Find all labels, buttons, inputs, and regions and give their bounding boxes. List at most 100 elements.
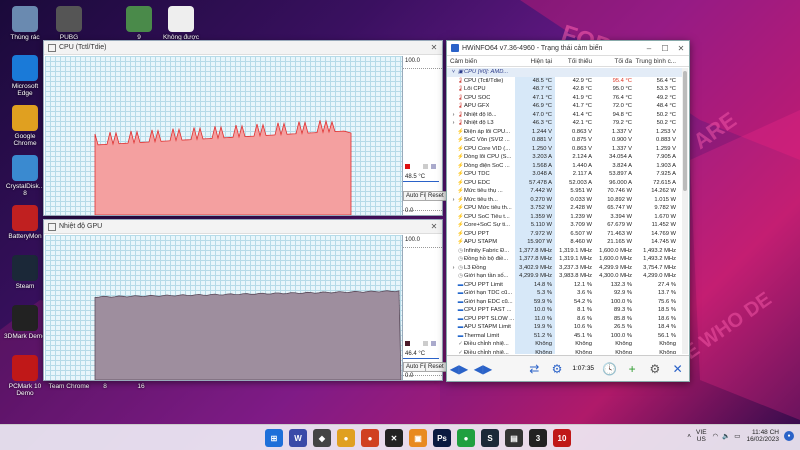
desktop-icon[interactable]: 3DMark Demo	[4, 305, 46, 340]
sensor-row[interactable]: ✓ Điều chỉnh nhiệ... Không Không Không Không	[447, 348, 683, 354]
expand-chevron-icon[interactable]: ›	[450, 111, 457, 120]
sensor-row[interactable]: › ◷ L3 Đồng 3,402.9 MHz 3,237.3 MHz 4,299.9 M…	[447, 263, 683, 273]
desktop-icon[interactable]: Microsoft Edge	[4, 55, 46, 98]
gpu-window-titlebar[interactable]: Nhiệt độ GPU ✕	[44, 220, 442, 234]
desktop-icon[interactable]: CrystalDisk... 8	[4, 155, 46, 198]
sensor-row[interactable]: ⚡ CPU Core VID (... 1.250 V 0.863 V 1.337 V1…	[447, 144, 683, 153]
sensor-row[interactable]: › 🌡 Nhiệt độ lõ... 47.0 °C 41.4 °C 94.8 °C 50.…	[447, 110, 683, 120]
sensor-row[interactable]: ▬ Thermal Limit 51.2 % 45.1 % 100.0 % 56.1 %	[447, 331, 683, 340]
chrome-icon[interactable]: ●	[337, 429, 355, 447]
sensor-row[interactable]: ▬ CPU PPT SLOW ... 11.0 % 8.6 % 85.8 % 18.6 %	[447, 314, 683, 323]
sensor-group-header[interactable]: ˅ ▣ CPU [#0]: AMD...	[447, 68, 683, 77]
sensor-row[interactable]: ⚡ SoC Vôn (SVI2 ... 0.881 V 0.875 V 0.900 V0…	[447, 136, 683, 145]
sensor-row[interactable]: ▬ APU STAPM Limit 19.9 % 10.6 % 26.5 % 18.4 %	[447, 323, 683, 332]
3dmark-icon[interactable]: 3	[529, 429, 547, 447]
sensor-row[interactable]: ⚡ Điện áp lõi CPU... 1.244 V 0.863 V 1.337 V…	[447, 127, 683, 136]
column-sensor[interactable]: Cảm biến	[447, 58, 515, 65]
close-icon[interactable]: ✕	[669, 360, 686, 378]
sensor-row[interactable]: › 🌡 Nhiệt độ L3 46.3 °C 42.1 °C 79.2 °C 50.2 °…	[447, 119, 683, 128]
desktop-icon[interactable]: Không được	[160, 6, 202, 41]
gpu-temp-graph-window[interactable]: Nhiệt độ GPU ✕ 100.0 46.4 °C Auto Fit Re…	[43, 219, 447, 381]
sensor-row[interactable]: 🌡 APU GFX 46.9 °C 41.7 °C 72.0 °C 48.4 °C	[447, 102, 683, 111]
language-indicator[interactable]: VIE US	[696, 429, 706, 443]
desktop-icon[interactable]: Google Chrome	[4, 105, 46, 148]
series-color-swatch[interactable]	[405, 341, 410, 346]
sensor-row[interactable]: ⚡ CPU Mức tiêu th... 3.752 W 2.428 W 65.747 …	[447, 204, 683, 213]
sensor-row[interactable]: ◷ Giới hạn tần số... 4,299.9 MHz 3,983.8 MH…	[447, 272, 683, 281]
maximize-icon[interactable]: ☐	[657, 44, 673, 53]
sensor-row[interactable]: ⚡ Dòng điện SoC ... 1.568 A 1.440 A 3.824 A1…	[447, 161, 683, 170]
hwinfo-titlebar[interactable]: HWiNFO64 v7.36-4960 - Trạng thái cảm biế…	[447, 41, 689, 56]
scrollbar-thumb[interactable]	[683, 71, 687, 191]
notification-icon[interactable]: ●	[784, 431, 794, 442]
vertical-scrollbar[interactable]	[682, 68, 688, 354]
minimize-icon[interactable]: –	[641, 44, 657, 53]
volume-icon[interactable]: 🔈	[722, 432, 730, 440]
configure-icon[interactable]: ⚙	[549, 360, 566, 378]
task-app-icon[interactable]: W	[289, 429, 307, 447]
gallery-icon[interactable]: ▣	[409, 429, 427, 447]
sensor-row[interactable]: ◷ Đồng hồ bộ điề... 1,377.8 MHz 1,319.1 MHz…	[447, 255, 683, 264]
close-icon[interactable]: ✕	[426, 43, 442, 52]
hwinfo-app-icon[interactable]: ◆	[313, 429, 331, 447]
photoshop-icon[interactable]: Ps	[433, 429, 451, 447]
sensor-row[interactable]: ⚡ CPU PPT 7.972 W 6.507 W 71.463 W 14.769 W	[447, 229, 683, 238]
hwinfo-sensor-window[interactable]: HWiNFO64 v7.36-4960 - Trạng thái cảm biế…	[446, 40, 690, 382]
swatch-icon[interactable]	[423, 341, 428, 346]
cpu-temp-graph-window[interactable]: CPU (Tctl/Tdie) ✕ 100.0 48.5 °C Auto Fit…	[43, 40, 447, 216]
desktop-icon[interactable]: BatteryMon	[4, 205, 46, 240]
expand-chevron-icon[interactable]: ›	[450, 119, 457, 128]
settings-icon[interactable]: ⚙	[647, 360, 664, 378]
sensor-row[interactable]: ⚡ CPU SoC Tiêu t... 1.359 W 1.239 W 3.394 W1…	[447, 212, 683, 221]
sensor-row[interactable]: ⚡ CPU TDC 3.048 A 2.117 A 53.897 A 7.925 A	[447, 170, 683, 179]
monitor-app-icon[interactable]: ▤	[505, 429, 523, 447]
series-color-swatch[interactable]	[405, 164, 410, 169]
expand-chevron-icon[interactable]: ›	[450, 264, 457, 273]
battery-icon[interactable]: ▭	[734, 432, 740, 440]
chrome-icon[interactable]: ●	[361, 429, 379, 447]
chrome-icon[interactable]: ●	[457, 429, 475, 447]
chevron-up-icon[interactable]: ˄	[687, 433, 691, 440]
swatch-icon[interactable]	[423, 164, 428, 169]
swatch-icon[interactable]	[431, 164, 436, 169]
clock-icon[interactable]: 🕓	[601, 360, 618, 378]
network-icon[interactable]: ⇄	[526, 360, 543, 378]
sensor-row[interactable]: ▬ Giới hạn EDC cũ... 59.9 % 54.2 % 100.0 % 75…	[447, 297, 683, 306]
clock[interactable]: 11:48 CH 16/02/2023	[746, 429, 779, 444]
sensor-row[interactable]: ▬ CPU PPT Limit 14.8 % 12.1 % 132.3 % 27.4 %	[447, 280, 683, 289]
column-average[interactable]: Trung bình c...	[635, 58, 679, 65]
sensor-row[interactable]: ⚡ Dòng lõi CPU (S... 3.203 A 2.124 A 34.054 …	[447, 153, 683, 162]
reset-button[interactable]: Reset	[425, 191, 447, 201]
column-max[interactable]: Tối đa	[595, 58, 635, 65]
expand-chevron-icon[interactable]: ›	[450, 196, 457, 205]
sensor-row[interactable]: ◷ Infinity Fabric Đ... 1,377.8 MHz 1,319.1 …	[447, 246, 683, 255]
sensor-row[interactable]: 🌡 CPU SOC 47.1 °C 41.9 °C 76.4 °C 49.2 °C	[447, 93, 683, 102]
sensor-row[interactable]: ⚡ Core+SoC Sự ti... 5.110 W 3.709 W 67.679 W…	[447, 221, 683, 230]
sensor-row[interactable]: ▬ CPU PPT FAST ... 10.0 % 8.1 % 89.3 % 18.5 %	[447, 306, 683, 315]
sensor-row[interactable]: 🌡 CPU (Tctl/Tdie) 48.5 °C 42.9 °C 95.4 °C 56.…	[447, 76, 683, 85]
column-min[interactable]: Tối thiểu	[555, 58, 595, 65]
pcmark-icon[interactable]: 10	[553, 429, 571, 447]
sensor-row[interactable]: 🌡 Lõi CPU 48.7 °C 42.8 °C 95.0 °C 53.3 °C	[447, 85, 683, 94]
sensor-row[interactable]: ⚡ Mức tiêu thụ ... 7.442 W 5.951 W 70.746 W1…	[447, 187, 683, 196]
cpu-window-titlebar[interactable]: CPU (Tctl/Tdie) ✕	[44, 41, 442, 55]
desktop-icon[interactable]: 9	[118, 6, 160, 41]
collapse-chevron-icon[interactable]: ˅	[450, 68, 457, 77]
xbox-icon[interactable]: ✕	[385, 429, 403, 447]
close-icon[interactable]: ✕	[426, 222, 442, 231]
desktop-icon[interactable]: PCMark 10 Demo	[4, 355, 46, 398]
swatch-icon[interactable]	[431, 341, 436, 346]
nav-back-icon[interactable]: ◀▶	[450, 360, 468, 378]
nav-forward-icon[interactable]: ◀▶	[474, 360, 492, 378]
sensor-list[interactable]: ˅ ▣ CPU [#0]: AMD... 🌡 CPU (Tctl/Tdie) 48.5 °…	[447, 68, 683, 354]
sensor-row[interactable]: ⚡ CPU EDC 57.478 A 52.003 A 96.000 A 72.615 A	[447, 178, 683, 187]
add-report-icon[interactable]: +	[624, 360, 641, 378]
sensor-row[interactable]: ⚡ APU STAPM 15.907 W 8.460 W 21.165 W 14.745 …	[447, 238, 683, 247]
steam-icon[interactable]: S	[481, 429, 499, 447]
sensor-row[interactable]: ✓ Điều chỉnh nhiệ... Không Không Không Không	[447, 340, 683, 349]
column-current[interactable]: Hiện tại	[515, 58, 555, 65]
sensor-row[interactable]: › ⚡ Mức tiêu th... 0.270 W 0.033 W 10.892 W 1.…	[447, 195, 683, 205]
close-icon[interactable]: ✕	[673, 44, 689, 53]
windows-start-icon[interactable]: ⊞	[265, 429, 283, 447]
reset-button[interactable]: Reset	[425, 362, 447, 372]
